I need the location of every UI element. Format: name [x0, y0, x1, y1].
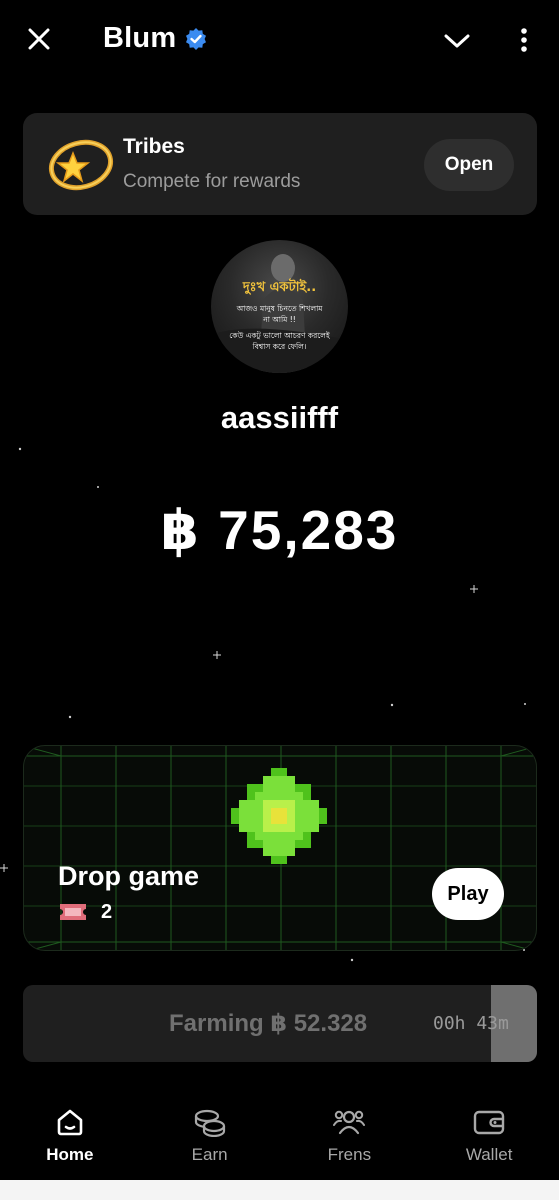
nav-label-frens: Frens [327, 1145, 372, 1164]
avatar-caption-line: বিশ্বাস করে ফেলি। [252, 342, 307, 351]
home-icon [53, 1105, 87, 1139]
farming-label: Farming ฿ 52.328 [169, 1010, 368, 1037]
nav-item-wallet[interactable]: Wallet [419, 1085, 559, 1180]
app-title: Blum [103, 22, 177, 54]
green-pixel-star-icon [231, 768, 327, 864]
avatar-caption-title: দুঃখ একটাই.. [242, 280, 317, 295]
avatar: দুঃখ একটাই.. আজও মানুষ চিনতে শিখলাম না আ… [211, 240, 348, 373]
expand-button[interactable] [440, 24, 474, 58]
app-title-group: Blum [103, 22, 208, 55]
tribes-banner[interactable]: Tribes Compete for rewards Open [23, 113, 537, 215]
play-button[interactable]: Play [432, 868, 504, 920]
farming-button[interactable]: Farming ฿ 52.328 00h 43m [23, 985, 537, 1062]
nav-label-wallet: Wallet [465, 1145, 513, 1164]
tribes-subtitle: Compete for rewards [123, 171, 301, 192]
nav-item-home[interactable]: Home [0, 1085, 140, 1180]
farming-time-remaining: 00h 43m [433, 1013, 509, 1034]
ticket-count: 2 [101, 901, 113, 923]
drop-game-card[interactable]: Drop game 2 Play [23, 745, 537, 951]
bottom-navigation: Home Earn Frens Wallet [0, 1085, 559, 1180]
username: aassiifff [220, 400, 339, 435]
tribes-title: Tribes [123, 135, 185, 158]
system-navigation-bar [0, 1180, 559, 1200]
close-icon [28, 28, 50, 50]
coins-icon [193, 1105, 227, 1139]
drop-game-title: Drop game [58, 861, 200, 891]
open-tribes-button[interactable]: Open [424, 139, 514, 191]
friends-icon [332, 1105, 366, 1139]
nav-item-frens[interactable]: Frens [280, 1085, 420, 1180]
more-vertical-icon [521, 28, 527, 52]
nav-label-earn: Earn [191, 1145, 228, 1164]
nav-item-earn[interactable]: Earn [140, 1085, 280, 1180]
nav-label-home: Home [46, 1145, 94, 1164]
close-button[interactable] [22, 22, 56, 56]
top-bar: Blum [0, 0, 559, 80]
shooting-star-ring-icon [48, 139, 114, 191]
avatar-caption-line: না আমি !! [263, 315, 296, 324]
points-balance: ฿ 75,283 [160, 499, 399, 561]
ticket-icon [60, 904, 86, 920]
chevron-down-icon [444, 34, 470, 48]
wallet-icon [472, 1105, 506, 1139]
verified-badge-icon [184, 27, 208, 51]
more-options-button[interactable] [512, 22, 536, 58]
